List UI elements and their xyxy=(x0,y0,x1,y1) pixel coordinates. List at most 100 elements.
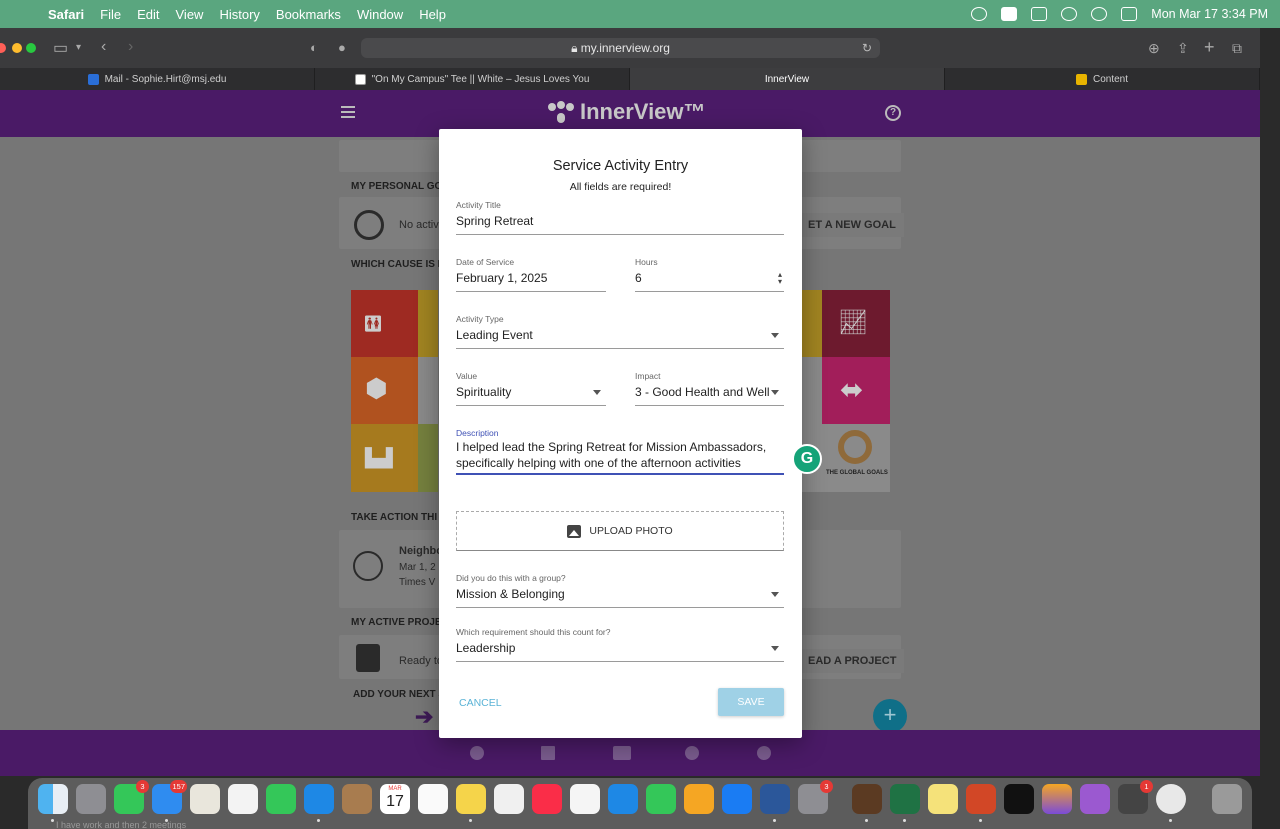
safari-icon[interactable] xyxy=(304,784,334,814)
notes-icon[interactable] xyxy=(456,784,486,814)
nav-profile-icon[interactable] xyxy=(470,746,484,760)
save-button[interactable]: SAVE xyxy=(718,688,784,716)
excel-icon[interactable] xyxy=(890,784,920,814)
description-textarea[interactable]: I helped lead the Spring Retreat for Mis… xyxy=(456,440,784,471)
zoom-window-button[interactable] xyxy=(26,43,36,53)
address-bar[interactable]: 🔒︎ my.innerview.org ↻ xyxy=(361,38,880,58)
news-icon[interactable] xyxy=(570,784,600,814)
hours-input[interactable]: 6 ▴ ▾ xyxy=(635,269,784,287)
minimize-window-button[interactable] xyxy=(12,43,22,53)
system-settings-icon[interactable]: 3 xyxy=(798,780,833,814)
goal-tile-edge-5[interactable] xyxy=(802,357,822,424)
grammarly-menu-icon[interactable] xyxy=(971,7,988,21)
menu-edit[interactable]: Edit xyxy=(129,7,167,22)
menu-clock[interactable]: Mon Mar 17 3:34 PM xyxy=(1151,7,1268,21)
menu-app-name[interactable]: Safari xyxy=(40,7,92,22)
requirement-select[interactable]: Leadership xyxy=(456,639,784,657)
back-icon[interactable]: ‹ xyxy=(101,38,106,56)
mail-icon[interactable]: 157 xyxy=(152,780,187,814)
share-icon[interactable]: ⇪ xyxy=(1177,40,1189,57)
preview-icon[interactable]: 1 xyxy=(1118,780,1153,814)
menu-file[interactable]: File xyxy=(92,7,129,22)
control-center-icon[interactable] xyxy=(1121,7,1138,21)
forward-icon[interactable]: › xyxy=(128,38,133,56)
tab-mail[interactable]: Mail - Sophie.Hirt@msj.edu xyxy=(0,68,315,90)
set-goal-button[interactable]: ET A NEW GOAL xyxy=(800,213,904,237)
date-input[interactable]: February 1, 2025 xyxy=(456,269,606,287)
maps-icon[interactable] xyxy=(190,784,220,814)
value-field[interactable]: Value Spirituality xyxy=(456,371,606,406)
downloads-icon[interactable]: ⊕ xyxy=(1148,40,1160,57)
reload-icon[interactable]: ↻ xyxy=(862,38,872,58)
nav-star-icon[interactable] xyxy=(757,746,771,760)
requirement-field[interactable]: Which requirement should this count for?… xyxy=(456,627,784,662)
app-store-icon[interactable] xyxy=(722,784,752,814)
new-tab-icon[interactable]: + xyxy=(1204,37,1215,58)
wifi-icon[interactable] xyxy=(1061,7,1078,21)
facetime-icon[interactable] xyxy=(266,784,296,814)
music-icon[interactable] xyxy=(532,784,562,814)
calendar-icon[interactable]: MAR 17 xyxy=(380,784,410,814)
finder-icon[interactable] xyxy=(38,784,68,814)
value-select[interactable]: Spirituality xyxy=(456,383,606,401)
goal-tile-edge-4[interactable] xyxy=(802,290,822,357)
menu-view[interactable]: View xyxy=(168,7,212,22)
goal-tile-poverty[interactable]: 🚻︎ xyxy=(351,290,418,357)
impact-select[interactable]: 3 - Good Health and Well xyxy=(635,383,784,401)
group-field[interactable]: Did you do this with a group? Mission & … xyxy=(456,573,784,608)
impact-field[interactable]: Impact 3 - Good Health and Well xyxy=(635,371,784,406)
contacts-icon[interactable] xyxy=(342,784,372,814)
hours-stepper-icon[interactable]: ▴ ▾ xyxy=(778,271,782,286)
goal-tile-growth[interactable]: 📈︎ xyxy=(822,290,890,357)
apple-tv-icon[interactable] xyxy=(1004,784,1034,814)
messages-icon[interactable]: 3 xyxy=(114,780,149,814)
goal-tile-equality[interactable]: ⬌ xyxy=(822,357,890,424)
goal-tile-edge-3[interactable] xyxy=(418,424,438,492)
extension-drop-icon[interactable]: ● xyxy=(338,40,346,55)
launchpad-icon[interactable] xyxy=(76,784,106,814)
menu-bookmarks[interactable]: Bookmarks xyxy=(268,7,349,22)
chevron-down-icon[interactable]: ▾ xyxy=(76,42,81,53)
pages-icon[interactable] xyxy=(684,784,714,814)
goal-tile-industry[interactable]: ⬢ xyxy=(351,357,418,424)
add-fab-button[interactable]: + xyxy=(873,699,907,733)
menu-history[interactable]: History xyxy=(211,7,267,22)
description-field[interactable]: Description I helped lead the Spring Ret… xyxy=(456,428,784,475)
reminders-icon[interactable] xyxy=(418,784,448,814)
tab-content[interactable]: Content xyxy=(945,68,1260,90)
keynote-icon[interactable] xyxy=(608,784,638,814)
numbers-icon[interactable] xyxy=(646,784,676,814)
nav-add-folder-icon[interactable] xyxy=(613,746,631,760)
podcasts-icon[interactable] xyxy=(1080,784,1110,814)
photos-icon[interactable] xyxy=(228,784,258,814)
bible-app-icon[interactable] xyxy=(852,784,882,814)
goal-tile-edge-2[interactable] xyxy=(418,357,438,424)
privacy-shield-icon[interactable]: ◐ xyxy=(310,40,318,55)
activity-type-select[interactable]: Leading Event xyxy=(456,326,784,344)
stickies-icon[interactable] xyxy=(928,784,958,814)
menu-window[interactable]: Window xyxy=(349,7,411,22)
sidebar-toggle-icon[interactable]: ▭ xyxy=(53,38,68,58)
group-select[interactable]: Mission & Belonging xyxy=(456,585,784,603)
goal-tile-cities[interactable]: ▙▟ xyxy=(351,424,418,492)
activity-title-field[interactable]: Activity Title Spring Retreat xyxy=(456,200,784,235)
tab-tee[interactable]: "On My Campus" Tee || White – Jesus Love… xyxy=(315,68,630,90)
grammarly-icon[interactable]: G xyxy=(792,444,822,474)
hours-field[interactable]: Hours 6 ▴ ▾ xyxy=(635,257,784,292)
hamburger-menu-icon[interactable] xyxy=(341,106,355,118)
word-icon[interactable] xyxy=(760,784,790,814)
activity-title-input[interactable]: Spring Retreat xyxy=(456,212,784,230)
help-icon[interactable]: ? xyxy=(885,105,901,121)
trash-icon[interactable] xyxy=(1212,784,1242,814)
cancel-button[interactable]: CANCEL xyxy=(459,689,519,717)
global-goals-tile[interactable]: THE GLOBAL GOALS xyxy=(822,424,890,492)
date-of-service-field[interactable]: Date of Service February 1, 2025 xyxy=(456,257,606,292)
spotlight-search-icon[interactable] xyxy=(1091,7,1108,21)
menu-help[interactable]: Help xyxy=(411,7,454,22)
freeform-icon[interactable] xyxy=(494,784,524,814)
lead-project-button[interactable]: EAD A PROJECT xyxy=(800,649,905,673)
screen-time-icon[interactable] xyxy=(1042,784,1072,814)
tab-innerview[interactable]: InnerView xyxy=(630,68,945,90)
nav-stats-icon[interactable] xyxy=(541,746,555,760)
goal-tile-edge-1[interactable] xyxy=(418,290,438,357)
